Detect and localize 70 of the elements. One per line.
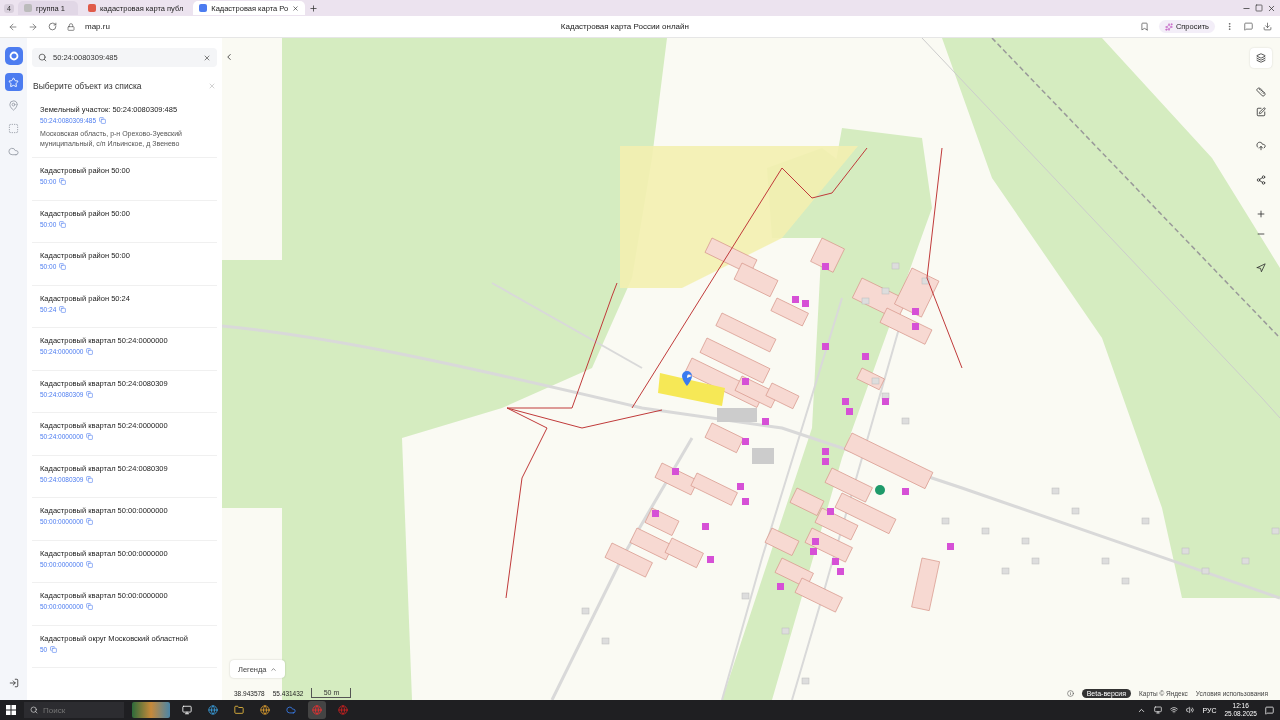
cloud-upload-icon	[1256, 141, 1266, 151]
copy-icon[interactable]	[86, 348, 94, 356]
globe-icon	[312, 705, 322, 715]
search-icon	[38, 53, 47, 62]
windows-logo-icon[interactable]	[6, 705, 16, 715]
download-icon[interactable]	[1263, 22, 1272, 31]
notifications-icon[interactable]	[1265, 705, 1274, 715]
app-logo[interactable]	[4, 47, 23, 65]
clear-icon[interactable]	[203, 53, 211, 62]
globe-icon	[208, 705, 218, 715]
bookmark-icon[interactable]	[1139, 22, 1149, 31]
copy-icon[interactable]	[59, 220, 67, 228]
address-field[interactable]: map.ru	[85, 22, 110, 31]
display-icon[interactable]	[1154, 706, 1163, 714]
dashed-square-icon	[8, 122, 19, 134]
plus-icon	[1256, 209, 1266, 219]
chevron-left-icon	[224, 52, 234, 62]
layers-icon	[1256, 53, 1266, 63]
navigation-arrow-icon	[1256, 263, 1266, 273]
forward-icon[interactable]	[28, 21, 38, 32]
chat-icon[interactable]	[1244, 22, 1253, 31]
star-icon	[8, 76, 19, 88]
globe-icon	[338, 705, 348, 715]
back-icon[interactable]	[8, 21, 18, 32]
list-heading: Выберите объект из списка	[33, 81, 142, 91]
copy-icon[interactable]	[99, 117, 107, 124]
copy-icon[interactable]	[86, 475, 94, 483]
layers-button[interactable]	[1250, 48, 1272, 68]
copy-icon[interactable]	[86, 518, 94, 526]
page-title: Кадастровая карта России онлайн	[560, 22, 689, 31]
close-icon	[292, 4, 300, 12]
taskbar-search-input[interactable]: Поиск	[43, 705, 103, 715]
more-icon[interactable]	[1225, 22, 1234, 31]
copy-icon[interactable]	[59, 305, 67, 313]
info-icon[interactable]	[1066, 689, 1074, 697]
globe-icon	[260, 705, 270, 715]
reload-icon[interactable]	[48, 22, 57, 31]
copy-icon[interactable]	[86, 433, 94, 441]
search-icon	[30, 706, 38, 714]
volume-icon[interactable]	[1186, 706, 1195, 714]
cloud-icon	[8, 145, 19, 157]
copy-icon[interactable]	[86, 603, 94, 611]
copy-icon[interactable]	[86, 390, 94, 398]
copy-icon[interactable]	[59, 178, 67, 186]
folder-icon	[234, 705, 244, 715]
photo-placeholder	[132, 702, 170, 718]
copy-icon[interactable]	[50, 645, 58, 653]
cloud-icon	[286, 705, 296, 715]
wifi-icon[interactable]	[1170, 706, 1179, 714]
pin-icon	[8, 99, 19, 111]
copy-icon[interactable]	[59, 263, 67, 271]
location-pin-icon	[682, 371, 692, 386]
copy-icon[interactable]	[86, 560, 94, 568]
monitor-icon	[182, 705, 192, 715]
share-icon	[1256, 175, 1266, 185]
browser-button[interactable]	[308, 701, 326, 719]
site-icon	[199, 4, 208, 12]
pencil-icon	[1256, 107, 1266, 117]
group-icon	[23, 4, 32, 12]
ruler-icon	[1256, 87, 1266, 97]
maximize-icon[interactable]	[1255, 4, 1263, 12]
taskbar-search-field[interactable]: Поиск	[24, 702, 124, 718]
lock-icon	[67, 22, 75, 31]
new-tab-icon[interactable]	[309, 3, 319, 13]
close-icon[interactable]	[1267, 3, 1276, 13]
login-icon[interactable]	[8, 678, 19, 688]
sparkle-icon	[1164, 22, 1173, 31]
chevron-up-icon	[269, 665, 277, 673]
site-icon	[87, 4, 96, 12]
rail-button[interactable]	[4, 73, 23, 91]
